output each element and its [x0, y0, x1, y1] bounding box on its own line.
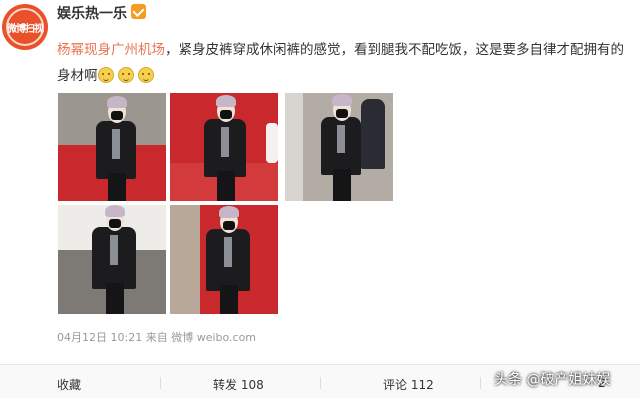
topic-link[interactable]: 杨幂现身广州机场 [57, 42, 165, 58]
post-source: 来自 微博 weibo.com [145, 331, 257, 344]
photo-4[interactable] [58, 205, 166, 314]
smile-emoji-icon [137, 67, 154, 83]
avatar[interactable]: 微博扫视 [2, 4, 48, 50]
weibo-post: 微博扫视 娱乐热一乐 杨幂现身广州机场，紧身皮裤穿成休闲裤的感觉，看到腿我不配吃… [0, 0, 640, 398]
smile-emoji-icon [97, 67, 114, 83]
avatar-text: 微博扫视 [7, 24, 44, 35]
verified-badge-icon [131, 4, 146, 19]
post-date[interactable]: 04月12日 [57, 331, 107, 344]
photo-3[interactable] [285, 93, 393, 201]
photo-1[interactable] [58, 93, 166, 201]
post-content: 杨幂现身广州机场，紧身皮裤穿成休闲裤的感觉，看到腿我不配吃饭，这是要多自律才配拥… [57, 37, 637, 89]
favorite-button[interactable]: 收藏 [57, 376, 81, 393]
post-time[interactable]: 10:21 [111, 331, 143, 344]
separator [480, 377, 481, 389]
watermark-text: 头条 @破产姐妹娱 [494, 372, 611, 388]
username[interactable]: 娱乐热一乐 [57, 3, 127, 23]
separator [320, 377, 321, 389]
repost-button[interactable]: 转发 108 [213, 376, 264, 393]
post-meta: 04月12日 10:21 来自 微博 weibo.com [57, 329, 256, 345]
separator [160, 377, 161, 389]
smile-emoji-icon [117, 67, 134, 83]
photo-5[interactable] [170, 205, 278, 314]
photo-2[interactable] [170, 93, 278, 201]
comment-button[interactable]: 评论 112 [383, 376, 434, 393]
